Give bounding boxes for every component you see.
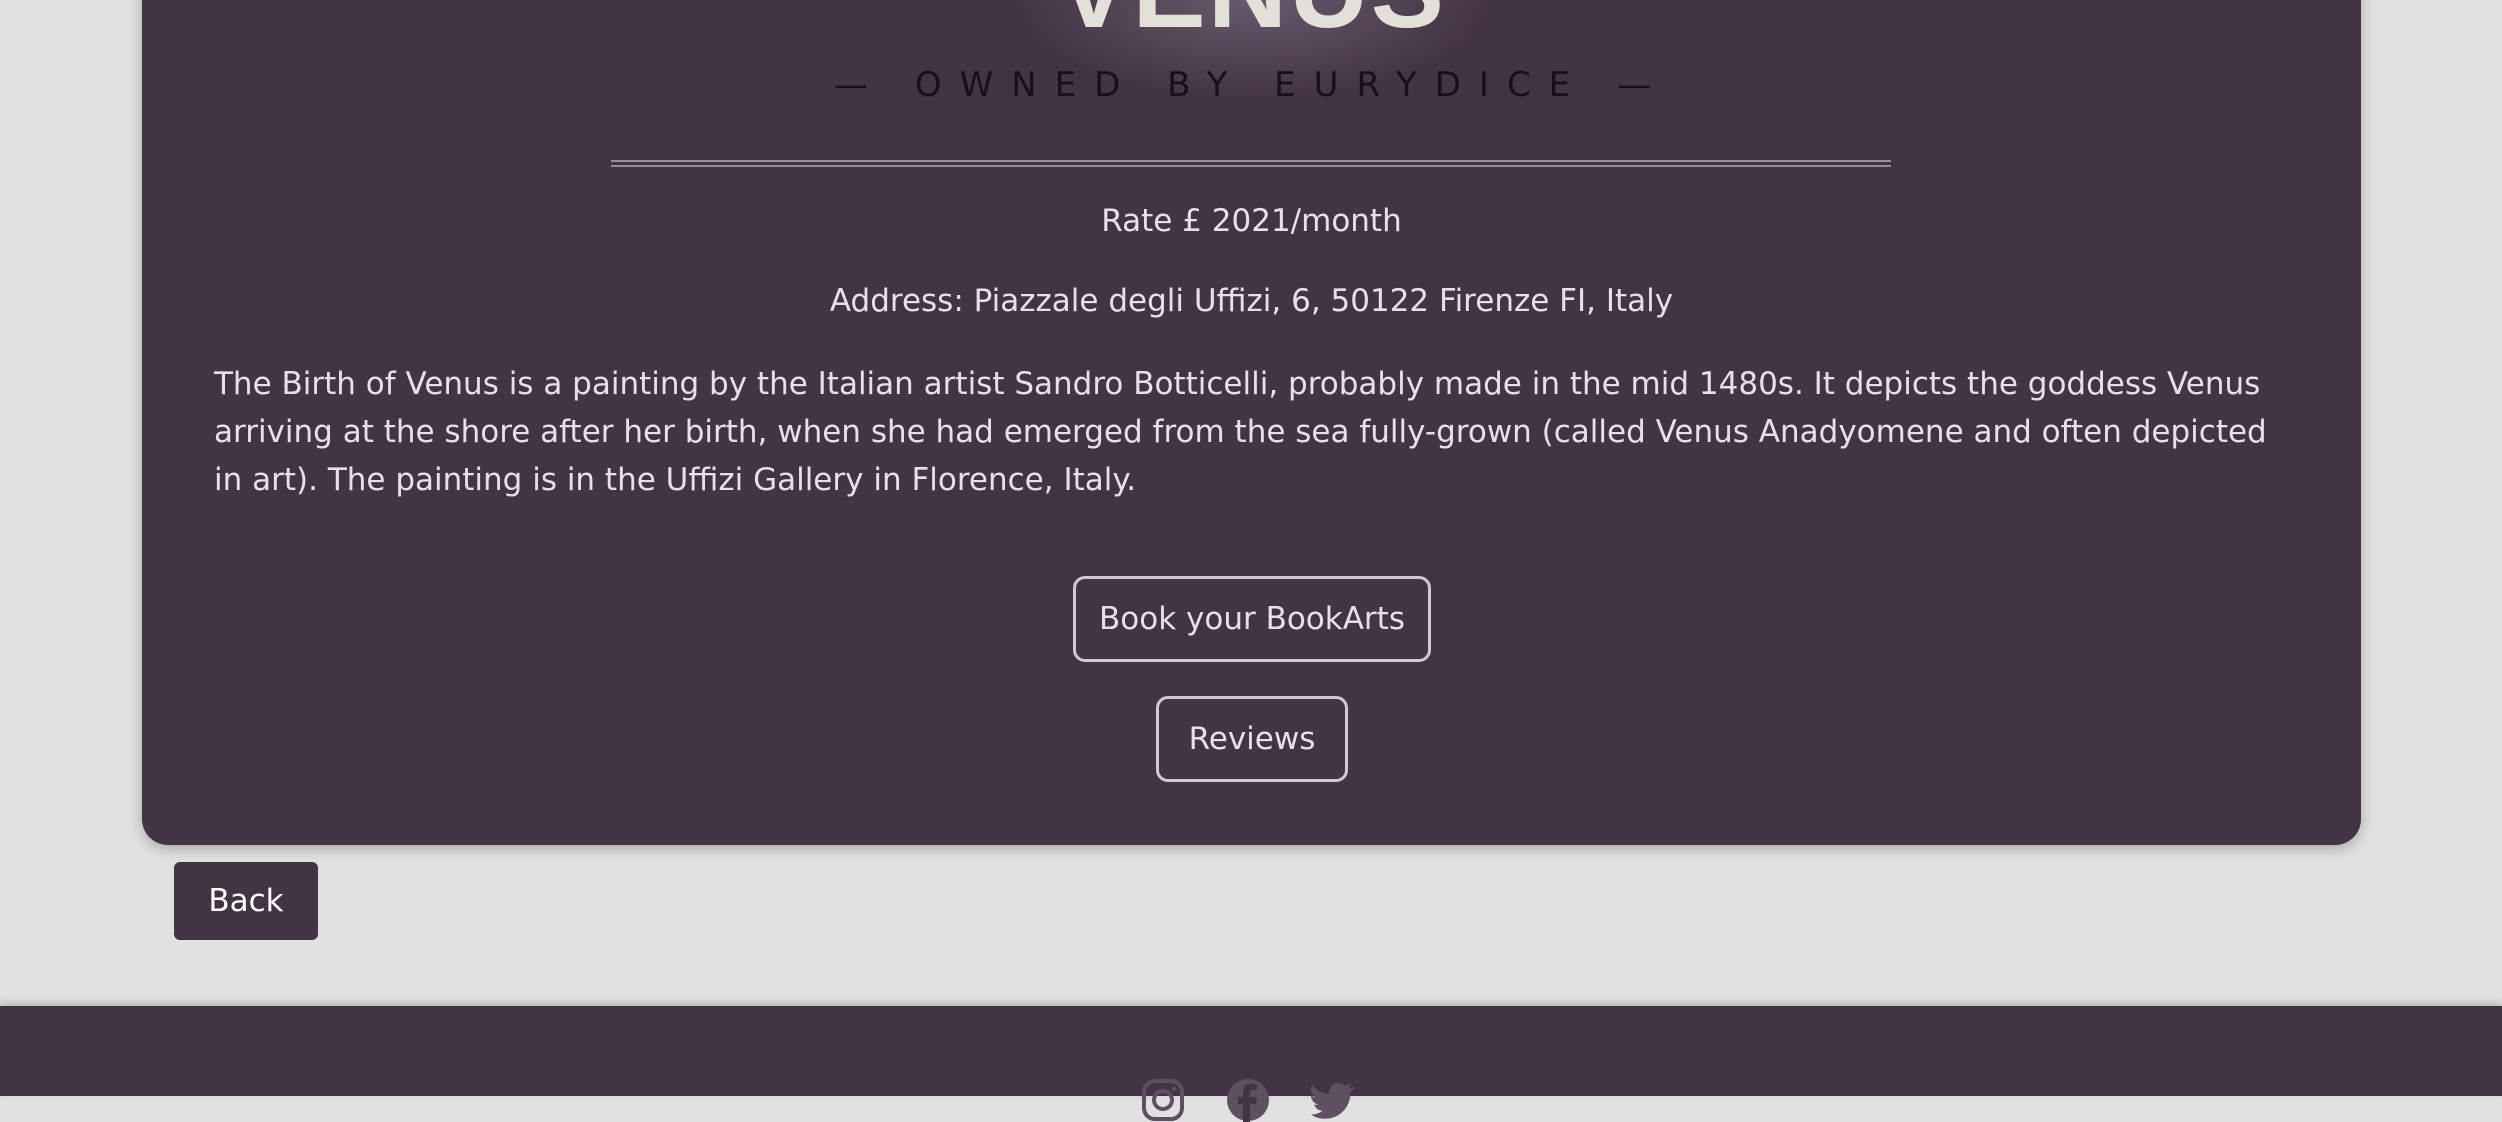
artwork-title: VENUS — [142, 0, 2361, 50]
reviews-button[interactable]: Reviews — [1156, 696, 1348, 782]
divider — [611, 160, 1891, 167]
address-text: Address: Piazzale degli Uffizi, 6, 50122… — [829, 283, 1674, 319]
back-button[interactable]: Back — [174, 862, 318, 940]
rate-text: Rate £ 2021/month — [1101, 203, 1402, 239]
book-button[interactable]: Book your BookArts — [1073, 576, 1431, 662]
artwork-description: The Birth of Venus is a painting by the … — [214, 366, 2267, 498]
facebook-icon[interactable] — [1226, 1078, 1270, 1122]
owner-line: — OWNED BY EURYDICE — — [834, 65, 1669, 105]
twitter-icon[interactable] — [1311, 1078, 1355, 1122]
instagram-icon[interactable] — [1141, 1078, 1185, 1122]
artwork-card: VENUS — OWNED BY EURYDICE — Rate £ 2021/… — [142, 0, 2361, 845]
